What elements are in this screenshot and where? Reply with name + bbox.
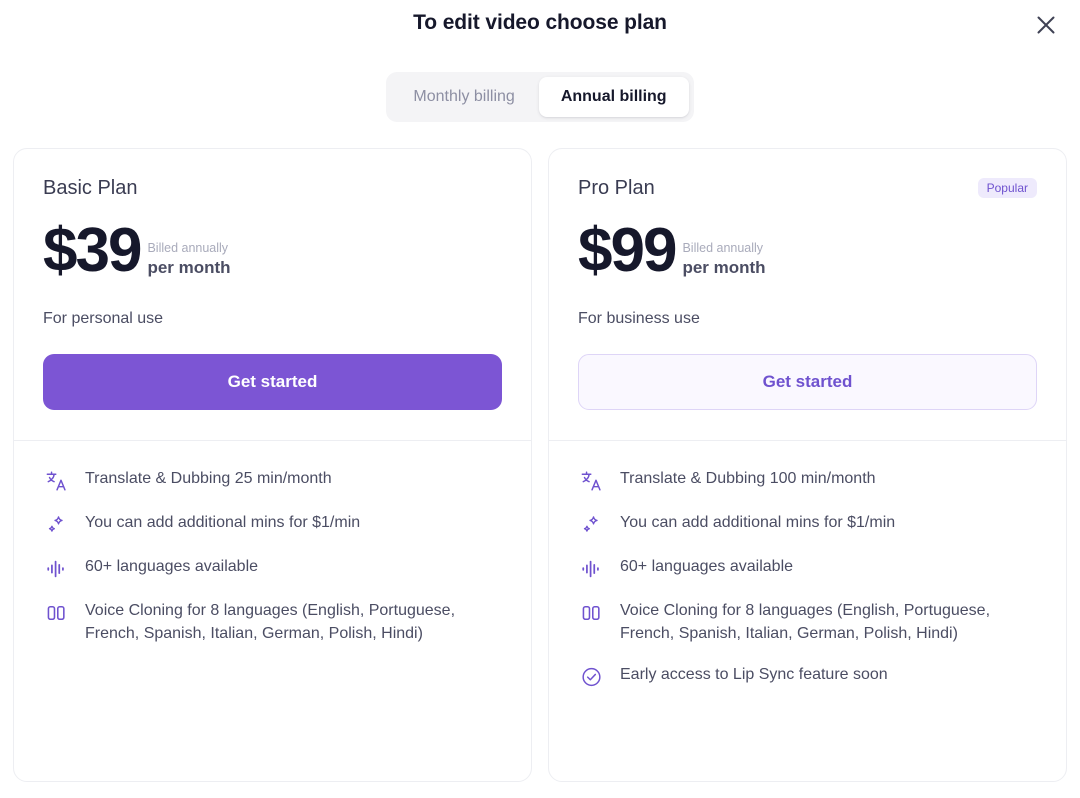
plans-container: Basic Plan $39 Billed annually per month… <box>0 148 1080 782</box>
plan-pro-period: per month <box>682 257 765 278</box>
plan-pro-get-started-button[interactable]: Get started <box>578 354 1037 410</box>
plan-basic-billed-note: Billed annually <box>147 241 230 257</box>
feature-item: 60+ languages available <box>578 556 1037 581</box>
waveform-icon <box>43 557 69 581</box>
feature-item: You can add additional mins for $1/min <box>43 512 502 537</box>
plan-pro-name: Pro Plan <box>578 177 655 200</box>
billing-toggle-wrapper: Monthly billing Annual billing <box>0 72 1080 122</box>
feature-label: Translate & Dubbing 25 min/month <box>85 468 332 491</box>
status-badge-popular: Popular <box>978 178 1037 198</box>
plan-basic-header: Basic Plan $39 Billed annually per month… <box>14 149 531 440</box>
plan-pro-audience: For business use <box>578 310 1037 328</box>
modal-header: To edit video choose plan <box>0 0 1080 46</box>
feature-item: Voice Cloning for 8 languages (English, … <box>578 600 1037 645</box>
feature-item: 60+ languages available <box>43 556 502 581</box>
plan-pro-features: Translate & Dubbing 100 min/month You ca… <box>549 441 1066 718</box>
pricing-modal: To edit video choose plan Monthly billin… <box>0 0 1080 798</box>
plan-basic-name: Basic Plan <box>43 177 138 200</box>
billing-option-monthly[interactable]: Monthly billing <box>391 77 536 117</box>
sparkles-icon <box>578 513 604 537</box>
waveform-icon <box>578 557 604 581</box>
billing-toggle: Monthly billing Annual billing <box>386 72 693 122</box>
plan-basic-price: $39 <box>43 222 140 281</box>
plan-pro-price: $99 <box>578 222 675 281</box>
feature-label: Voice Cloning for 8 languages (English, … <box>85 600 485 645</box>
plan-basic-name-row: Basic Plan <box>43 175 502 201</box>
plan-pro-name-row: Pro Plan Popular <box>578 175 1037 201</box>
voice-clone-icon <box>43 601 69 625</box>
plan-basic-period: per month <box>147 257 230 278</box>
sparkles-icon <box>43 513 69 537</box>
plan-card-pro: Pro Plan Popular $99 Billed annually per… <box>548 148 1067 782</box>
feature-item: You can add additional mins for $1/min <box>578 512 1037 537</box>
plan-pro-price-meta: Billed annually per month <box>682 241 765 281</box>
feature-item: Translate & Dubbing 100 min/month <box>578 468 1037 493</box>
plan-basic-price-row: $39 Billed annually per month <box>43 219 502 281</box>
billing-option-annual[interactable]: Annual billing <box>539 77 689 117</box>
feature-label: Early access to Lip Sync feature soon <box>620 664 888 687</box>
feature-item: Voice Cloning for 8 languages (English, … <box>43 600 502 645</box>
plan-basic-price-meta: Billed annually per month <box>147 241 230 281</box>
plan-basic-get-started-button[interactable]: Get started <box>43 354 502 410</box>
close-icon[interactable] <box>1029 8 1063 42</box>
voice-clone-icon <box>578 601 604 625</box>
plan-pro-billed-note: Billed annually <box>682 241 765 257</box>
page-title: To edit video choose plan <box>413 11 667 35</box>
feature-label: You can add additional mins for $1/min <box>620 512 895 535</box>
feature-label: 60+ languages available <box>620 556 793 579</box>
plan-basic-audience: For personal use <box>43 310 502 328</box>
plan-basic-features: Translate & Dubbing 25 min/month You can… <box>14 441 531 674</box>
feature-label: You can add additional mins for $1/min <box>85 512 360 535</box>
feature-label: 60+ languages available <box>85 556 258 579</box>
check-circle-icon <box>578 665 604 689</box>
feature-item: Translate & Dubbing 25 min/month <box>43 468 502 493</box>
feature-label: Translate & Dubbing 100 min/month <box>620 468 876 491</box>
feature-label: Voice Cloning for 8 languages (English, … <box>620 600 1020 645</box>
translate-icon <box>578 469 604 493</box>
plan-pro-header: Pro Plan Popular $99 Billed annually per… <box>549 149 1066 440</box>
feature-item: Early access to Lip Sync feature soon <box>578 664 1037 689</box>
plan-pro-price-row: $99 Billed annually per month <box>578 219 1037 281</box>
translate-icon <box>43 469 69 493</box>
plan-card-basic: Basic Plan $39 Billed annually per month… <box>13 148 532 782</box>
